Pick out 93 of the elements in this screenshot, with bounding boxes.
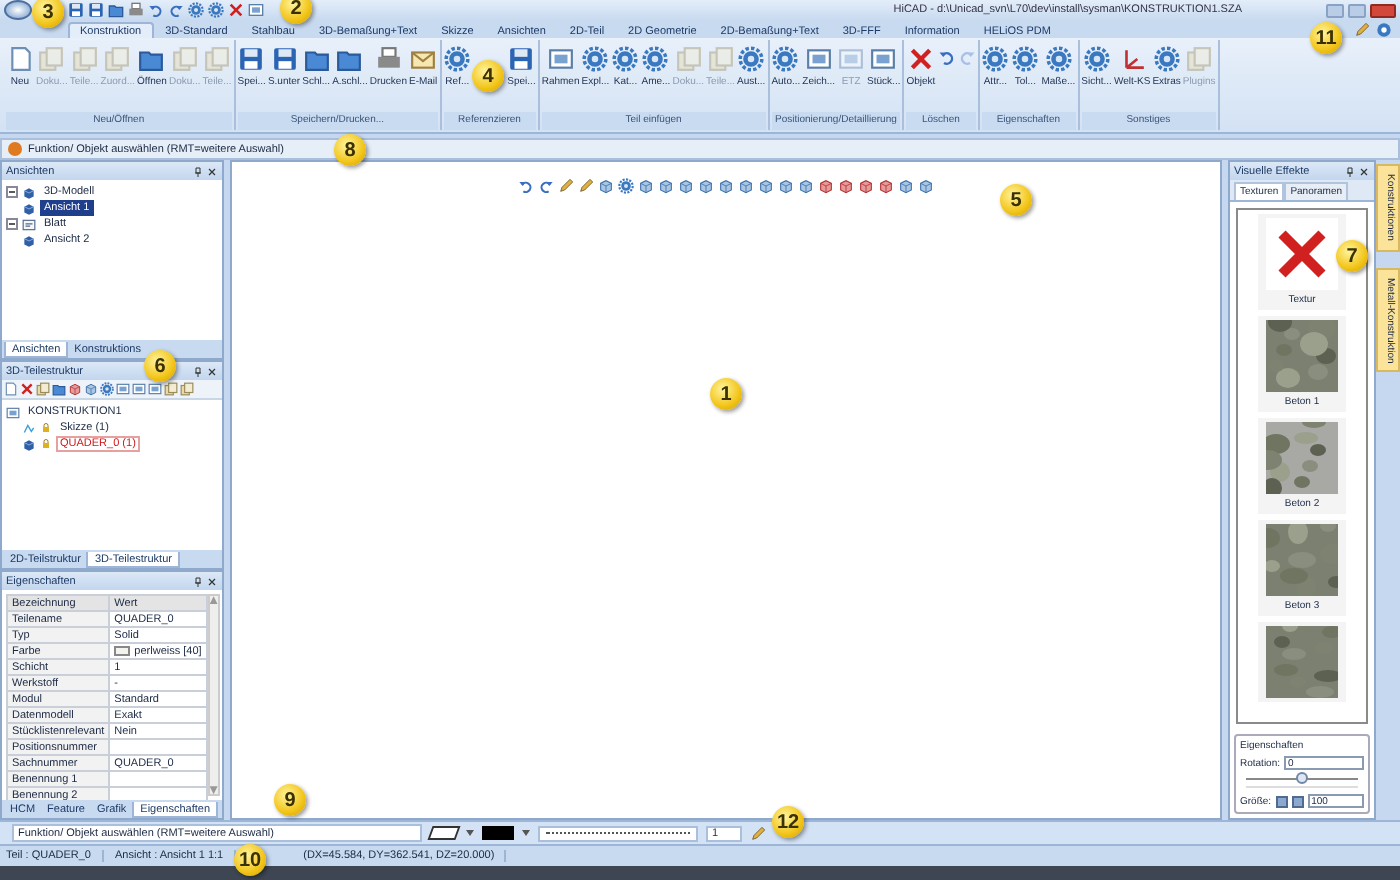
undo-icon[interactable]: [518, 178, 534, 195]
envelope-icon: [410, 46, 437, 73]
frame-icon: [838, 46, 865, 73]
sheet-icon: [22, 217, 36, 232]
documents-icon: [38, 46, 65, 73]
documents-icon: [71, 46, 98, 73]
cube-icon[interactable]: [758, 178, 774, 195]
pin-icon[interactable]: [1344, 165, 1356, 178]
documents-icon: [204, 46, 231, 73]
cube-icon[interactable]: [718, 178, 734, 195]
pin-icon[interactable]: [192, 165, 204, 178]
lock-icon: [40, 438, 52, 451]
cube-icon[interactable]: [778, 178, 794, 195]
sketch-icon: [22, 421, 36, 436]
gear-icon: [582, 46, 609, 73]
gear-icon: [982, 46, 1009, 73]
cube-icon[interactable]: [698, 178, 714, 195]
undo-icon[interactable]: [148, 2, 164, 18]
close-icon[interactable]: [206, 575, 218, 588]
cube-icon[interactable]: [598, 178, 614, 195]
close-icon[interactable]: [206, 365, 218, 378]
cube-icon[interactable]: [858, 178, 874, 195]
cross-icon[interactable]: [228, 2, 244, 18]
documents-icon: [1186, 46, 1213, 73]
folder-icon: [336, 46, 363, 73]
decrease-button[interactable]: [1275, 795, 1288, 808]
cross-icon: [907, 46, 934, 73]
document-icon[interactable]: [4, 382, 18, 397]
documents-icon: [707, 46, 734, 73]
gear-icon: [1045, 46, 1072, 73]
cube-icon[interactable]: [678, 178, 694, 195]
collapse-icon[interactable]: [6, 218, 18, 231]
document-icon: [7, 46, 33, 73]
cube-icon[interactable]: [68, 382, 82, 397]
close-icon[interactable]: [206, 165, 218, 178]
gear-icon[interactable]: [618, 178, 634, 195]
gear-icon: [612, 46, 639, 73]
printer-icon[interactable]: [128, 2, 144, 18]
pencil-icon[interactable]: [750, 825, 766, 842]
cube-icon: [22, 233, 36, 248]
cube-icon: [22, 437, 36, 452]
cube-icon[interactable]: [798, 178, 814, 195]
number-marker: 8: [334, 134, 366, 166]
frame-icon: [870, 46, 897, 73]
folder-icon: [303, 46, 330, 73]
frame-icon: [547, 46, 574, 73]
line-style-picker[interactable]: [538, 825, 698, 842]
color-swatch: [114, 645, 131, 656]
close-button[interactable]: [1370, 3, 1396, 17]
cube-icon[interactable]: [838, 178, 854, 195]
frame-icon: [805, 46, 832, 73]
increase-button[interactable]: [1291, 795, 1304, 808]
gear-icon: [738, 46, 765, 73]
redo-icon[interactable]: [168, 2, 184, 18]
cube-icon[interactable]: [638, 178, 654, 195]
gear-icon: [1083, 46, 1110, 73]
frame-icon[interactable]: [248, 2, 264, 18]
folder-icon: [138, 46, 165, 73]
folder-icon[interactable]: [52, 382, 66, 397]
undo-icon[interactable]: [937, 48, 956, 67]
pin-icon[interactable]: [192, 575, 204, 588]
collapse-icon[interactable]: [6, 186, 18, 199]
gear-icon[interactable]: [100, 382, 114, 397]
cube-icon[interactable]: [738, 178, 754, 195]
lock-icon: [40, 422, 52, 435]
documents-icon: [675, 46, 702, 73]
axes-icon: [1119, 46, 1146, 73]
cube-icon[interactable]: [658, 178, 674, 195]
surface-icon[interactable]: [427, 826, 461, 841]
pin-icon[interactable]: [192, 365, 204, 378]
cube-icon[interactable]: [918, 178, 934, 195]
cube-icon[interactable]: [818, 178, 834, 195]
gear-icon: [444, 46, 471, 73]
color-picker[interactable]: [482, 826, 514, 841]
documents-icon: [104, 46, 131, 73]
frame-icon: [6, 405, 20, 420]
gear-icon: [642, 46, 669, 73]
help-icon[interactable]: [1376, 21, 1392, 38]
slider-thumb[interactable]: [1296, 772, 1308, 785]
cross-icon[interactable]: [20, 382, 34, 397]
documents-icon: [171, 46, 198, 73]
printer-icon: [375, 46, 402, 73]
gear-icon: [772, 46, 799, 73]
cube-icon[interactable]: [898, 178, 914, 195]
application-menu-button[interactable]: [4, 0, 32, 20]
documents-icon[interactable]: [36, 382, 50, 397]
gear-icon: [1153, 46, 1180, 73]
gear-icon: [1012, 46, 1039, 73]
cube-icon[interactable]: [84, 382, 98, 397]
cube-icon[interactable]: [878, 178, 894, 195]
close-icon[interactable]: [1358, 165, 1370, 178]
redo-icon[interactable]: [538, 178, 554, 195]
slider-track[interactable]: [1246, 778, 1358, 789]
